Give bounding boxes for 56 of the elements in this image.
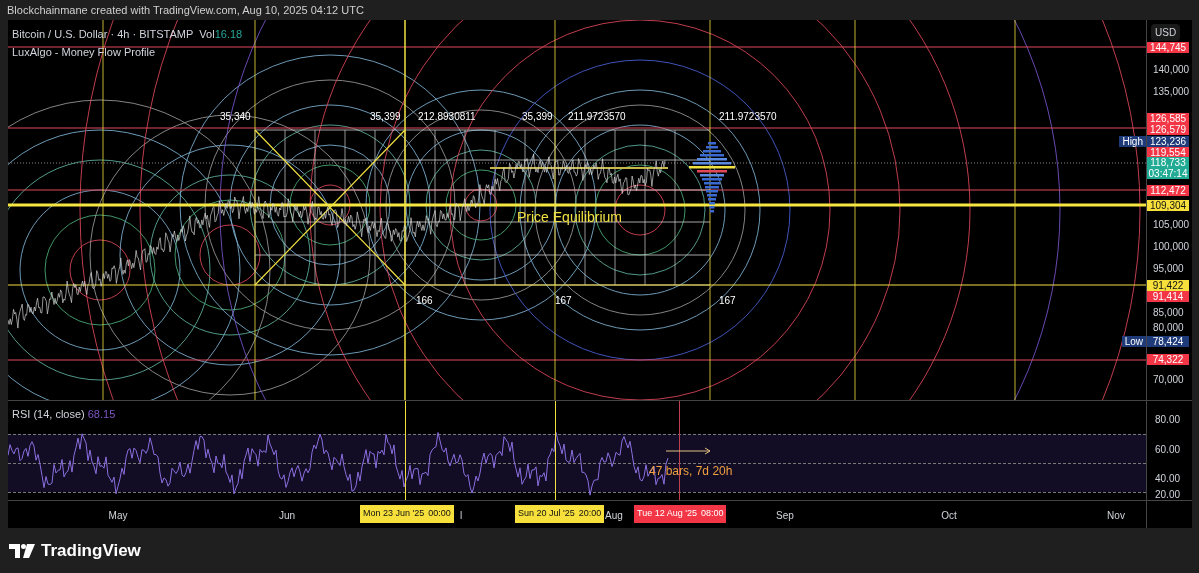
price-tick: 85,000 bbox=[1153, 306, 1184, 318]
volume-label: Vol bbox=[199, 28, 215, 40]
brand-name: TradingView bbox=[41, 539, 141, 562]
rsi-tick: 60.00 bbox=[1155, 443, 1181, 455]
price-badge: 74,322 bbox=[1147, 353, 1189, 365]
month-label: Oct bbox=[941, 509, 957, 523]
rsi-tick: 80.00 bbox=[1155, 413, 1181, 425]
chart-label: 166 bbox=[416, 295, 433, 307]
chart-label: 35,340 bbox=[220, 111, 251, 123]
price-badge: 126,579 bbox=[1147, 123, 1189, 135]
volume-profile-drawing bbox=[689, 142, 735, 213]
price-badge: 123,236 bbox=[1147, 135, 1189, 147]
chart-label: 167 bbox=[555, 295, 572, 307]
rsi-tick: 40.00 bbox=[1155, 472, 1181, 484]
price-tick: 95,000 bbox=[1153, 262, 1184, 274]
chart-label: 35,399 bbox=[522, 111, 553, 123]
month-label: l bbox=[459, 509, 463, 523]
price-tick: 80,000 bbox=[1153, 321, 1184, 333]
price-badge: 112,472 bbox=[1147, 184, 1189, 196]
chart-label: 211.9723570 bbox=[719, 111, 777, 123]
price-badge: 91,414 bbox=[1147, 290, 1189, 302]
chart-label: 212.8930811 bbox=[418, 111, 476, 123]
price-badge: 144,745 bbox=[1147, 41, 1189, 53]
price-badge: 91,422 bbox=[1147, 279, 1189, 291]
crosshair-time-label: Mon 23 Jun '25 00:00 bbox=[360, 505, 454, 523]
measure-arrow-icon bbox=[666, 447, 712, 455]
price-badge: 78,424 bbox=[1147, 335, 1189, 347]
price-tick: 105,000 bbox=[1153, 218, 1190, 230]
price-tag: High bbox=[1119, 135, 1146, 147]
currency-label: USD bbox=[1151, 24, 1181, 41]
crosshair-time-label: Tue 12 Aug '25 08:00 bbox=[634, 505, 727, 523]
price-badge: 109,304 bbox=[1147, 199, 1189, 211]
month-label: May bbox=[108, 509, 128, 523]
crosshair-time-label: Sun 20 Jul '25 20:00 bbox=[515, 505, 605, 523]
price-tick: 140,000 bbox=[1153, 63, 1190, 75]
rsi-tick: 20.00 bbox=[1155, 488, 1181, 500]
rsi-value: 68.15 bbox=[87, 407, 116, 422]
month-label: Aug bbox=[605, 509, 623, 523]
price-badge: 126,585 bbox=[1147, 112, 1189, 124]
price-tick: 135,000 bbox=[1153, 85, 1190, 97]
price-badge: 119,554 bbox=[1147, 146, 1189, 158]
logo-icon bbox=[9, 543, 35, 558]
month-label: Sep bbox=[776, 509, 794, 523]
price-tick: 70,000 bbox=[1153, 373, 1184, 385]
month-label: Nov bbox=[1107, 509, 1125, 523]
rsi-title: RSI (14, close) bbox=[12, 407, 85, 422]
attribution-text: Blockchainmane created with TradingView.com, Aug 10, 2025 04:12 UTC bbox=[7, 2, 364, 18]
chart-label: 167 bbox=[719, 295, 736, 307]
symbol-title: Bitcoin / U.S. Dollar · 4h · BITSTAMP bbox=[12, 27, 194, 42]
volume-value: 16.18 bbox=[214, 28, 243, 40]
price-badge: 118,733 03:47:14 bbox=[1147, 157, 1189, 179]
month-label: Jun bbox=[278, 509, 296, 523]
price-tag: Low bbox=[1121, 335, 1146, 347]
chart-label: 35,399 bbox=[370, 111, 401, 123]
chart-label: 211.9723570 bbox=[568, 111, 626, 123]
price-tick: 100,000 bbox=[1153, 240, 1190, 252]
